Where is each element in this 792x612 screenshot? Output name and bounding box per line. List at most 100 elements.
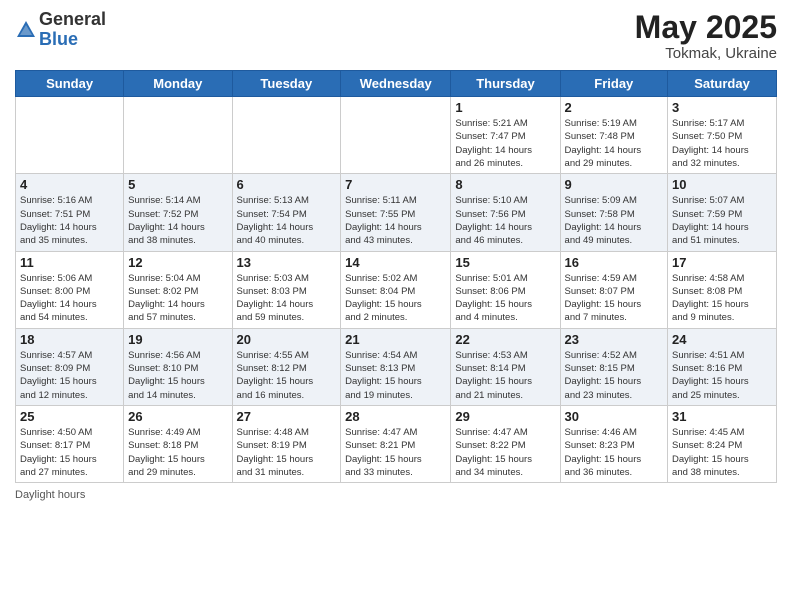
day-info: Sunrise: 5:16 AM Sunset: 7:51 PM Dayligh… <box>20 194 119 247</box>
day-number: 11 <box>20 255 119 270</box>
day-info: Sunrise: 4:48 AM Sunset: 8:19 PM Dayligh… <box>237 426 337 479</box>
day-of-week-header-tuesday: Tuesday <box>232 71 341 97</box>
day-number: 25 <box>20 409 119 424</box>
day-of-week-header-sunday: Sunday <box>16 71 124 97</box>
calendar-cell: 24 Sunrise: 4:51 AM Sunset: 8:16 PM Dayli… <box>668 328 777 405</box>
day-info: Sunrise: 4:58 AM Sunset: 8:08 PM Dayligh… <box>672 272 772 325</box>
day-info: Sunrise: 5:04 AM Sunset: 8:02 PM Dayligh… <box>128 272 227 325</box>
day-number: 22 <box>455 332 555 347</box>
calendar-week-row-2: 4 Sunrise: 5:16 AM Sunset: 7:51 PM Daylig… <box>16 174 777 251</box>
day-number: 24 <box>672 332 772 347</box>
calendar-cell <box>341 97 451 174</box>
day-info: Sunrise: 5:06 AM Sunset: 8:00 PM Dayligh… <box>20 272 119 325</box>
day-of-week-header-friday: Friday <box>560 71 668 97</box>
day-number: 8 <box>455 177 555 192</box>
day-info: Sunrise: 5:07 AM Sunset: 7:59 PM Dayligh… <box>672 194 772 247</box>
day-info: Sunrise: 4:50 AM Sunset: 8:17 PM Dayligh… <box>20 426 119 479</box>
day-info: Sunrise: 4:49 AM Sunset: 8:18 PM Dayligh… <box>128 426 227 479</box>
day-number: 10 <box>672 177 772 192</box>
subtitle: Tokmak, Ukraine <box>635 45 777 62</box>
day-info: Sunrise: 5:21 AM Sunset: 7:47 PM Dayligh… <box>455 117 555 170</box>
day-info: Sunrise: 4:59 AM Sunset: 8:07 PM Dayligh… <box>565 272 664 325</box>
day-info: Sunrise: 4:46 AM Sunset: 8:23 PM Dayligh… <box>565 426 664 479</box>
calendar-cell: 21 Sunrise: 4:54 AM Sunset: 8:13 PM Dayli… <box>341 328 451 405</box>
day-of-week-header-wednesday: Wednesday <box>341 71 451 97</box>
calendar-cell: 16 Sunrise: 4:59 AM Sunset: 8:07 PM Dayli… <box>560 251 668 328</box>
footer-note: Daylight hours <box>15 489 777 501</box>
day-number: 23 <box>565 332 664 347</box>
day-number: 9 <box>565 177 664 192</box>
calendar-cell: 23Sunrise: 4:52 AM Sunset: 8:15 PM Dayli… <box>560 328 668 405</box>
calendar-cell: 1 Sunrise: 5:21 AM Sunset: 7:47 PM Daylig… <box>451 97 560 174</box>
calendar-cell: 19 Sunrise: 4:56 AM Sunset: 8:10 PM Dayli… <box>124 328 232 405</box>
day-number: 20 <box>237 332 337 347</box>
header: General Blue May 2025 Tokmak, Ukraine <box>15 10 777 62</box>
day-info: Sunrise: 4:47 AM Sunset: 8:21 PM Dayligh… <box>345 426 446 479</box>
day-info: Sunrise: 5:17 AM Sunset: 7:50 PM Dayligh… <box>672 117 772 170</box>
day-info: Sunrise: 4:45 AM Sunset: 8:24 PM Dayligh… <box>672 426 772 479</box>
day-info: Sunrise: 5:10 AM Sunset: 7:56 PM Dayligh… <box>455 194 555 247</box>
month-title: May 2025 <box>635 10 777 45</box>
day-number: 1 <box>455 100 555 115</box>
day-number: 26 <box>128 409 227 424</box>
calendar-cell: 14Sunrise: 5:02 AM Sunset: 8:04 PM Dayli… <box>341 251 451 328</box>
day-info: Sunrise: 5:13 AM Sunset: 7:54 PM Dayligh… <box>237 194 337 247</box>
day-info: Sunrise: 5:01 AM Sunset: 8:06 PM Dayligh… <box>455 272 555 325</box>
day-info: Sunrise: 4:53 AM Sunset: 8:14 PM Dayligh… <box>455 349 555 402</box>
logo-general: General <box>39 10 106 30</box>
calendar-cell: 5Sunrise: 5:14 AM Sunset: 7:52 PM Daylig… <box>124 174 232 251</box>
calendar-cell <box>124 97 232 174</box>
day-number: 28 <box>345 409 446 424</box>
logo-text: General Blue <box>39 10 106 50</box>
calendar-cell: 10 Sunrise: 5:07 AM Sunset: 7:59 PM Dayli… <box>668 174 777 251</box>
calendar-cell: 2Sunrise: 5:19 AM Sunset: 7:48 PM Daylig… <box>560 97 668 174</box>
calendar-cell: 29 Sunrise: 4:47 AM Sunset: 8:22 PM Dayli… <box>451 405 560 482</box>
day-info: Sunrise: 4:55 AM Sunset: 8:12 PM Dayligh… <box>237 349 337 402</box>
day-number: 4 <box>20 177 119 192</box>
day-info: Sunrise: 4:54 AM Sunset: 8:13 PM Dayligh… <box>345 349 446 402</box>
day-number: 27 <box>237 409 337 424</box>
day-number: 21 <box>345 332 446 347</box>
day-number: 16 <box>565 255 664 270</box>
day-number: 13 <box>237 255 337 270</box>
day-of-week-header-saturday: Saturday <box>668 71 777 97</box>
day-number: 30 <box>565 409 664 424</box>
calendar-cell: 9 Sunrise: 5:09 AM Sunset: 7:58 PM Daylig… <box>560 174 668 251</box>
day-number: 19 <box>128 332 227 347</box>
calendar-cell: 13 Sunrise: 5:03 AM Sunset: 8:03 PM Dayli… <box>232 251 341 328</box>
calendar-week-row-3: 11 Sunrise: 5:06 AM Sunset: 8:00 PM Dayli… <box>16 251 777 328</box>
day-number: 29 <box>455 409 555 424</box>
calendar-cell <box>232 97 341 174</box>
calendar-cell: 11 Sunrise: 5:06 AM Sunset: 8:00 PM Dayli… <box>16 251 124 328</box>
calendar-cell: 12 Sunrise: 5:04 AM Sunset: 8:02 PM Dayli… <box>124 251 232 328</box>
calendar-cell <box>16 97 124 174</box>
day-info: Sunrise: 5:11 AM Sunset: 7:55 PM Dayligh… <box>345 194 446 247</box>
calendar-cell: 26 Sunrise: 4:49 AM Sunset: 8:18 PM Dayli… <box>124 405 232 482</box>
calendar-week-row-1: 1 Sunrise: 5:21 AM Sunset: 7:47 PM Daylig… <box>16 97 777 174</box>
day-info: Sunrise: 5:09 AM Sunset: 7:58 PM Dayligh… <box>565 194 664 247</box>
day-of-week-header-thursday: Thursday <box>451 71 560 97</box>
day-info: Sunrise: 4:47 AM Sunset: 8:22 PM Dayligh… <box>455 426 555 479</box>
day-number: 12 <box>128 255 227 270</box>
day-number: 31 <box>672 409 772 424</box>
calendar-table: SundayMondayTuesdayWednesdayThursdayFrid… <box>15 70 777 483</box>
day-info: Sunrise: 5:03 AM Sunset: 8:03 PM Dayligh… <box>237 272 337 325</box>
day-number: 17 <box>672 255 772 270</box>
day-info: Sunrise: 4:56 AM Sunset: 8:10 PM Dayligh… <box>128 349 227 402</box>
day-number: 18 <box>20 332 119 347</box>
title-block: May 2025 Tokmak, Ukraine <box>635 10 777 62</box>
logo-blue: Blue <box>39 30 106 50</box>
calendar-cell: 7Sunrise: 5:11 AM Sunset: 7:55 PM Daylig… <box>341 174 451 251</box>
day-info: Sunrise: 4:51 AM Sunset: 8:16 PM Dayligh… <box>672 349 772 402</box>
calendar-cell: 28 Sunrise: 4:47 AM Sunset: 8:21 PM Dayli… <box>341 405 451 482</box>
day-of-week-header-monday: Monday <box>124 71 232 97</box>
calendar-cell: 20 Sunrise: 4:55 AM Sunset: 8:12 PM Dayli… <box>232 328 341 405</box>
calendar-cell: 18Sunrise: 4:57 AM Sunset: 8:09 PM Dayli… <box>16 328 124 405</box>
calendar-cell: 27 Sunrise: 4:48 AM Sunset: 8:19 PM Dayli… <box>232 405 341 482</box>
day-number: 2 <box>565 100 664 115</box>
logo-icon <box>15 19 37 41</box>
calendar-cell: 31 Sunrise: 4:45 AM Sunset: 8:24 PM Dayli… <box>668 405 777 482</box>
day-number: 3 <box>672 100 772 115</box>
page: General Blue May 2025 Tokmak, Ukraine Su… <box>0 0 792 612</box>
calendar-cell: 22 Sunrise: 4:53 AM Sunset: 8:14 PM Dayli… <box>451 328 560 405</box>
